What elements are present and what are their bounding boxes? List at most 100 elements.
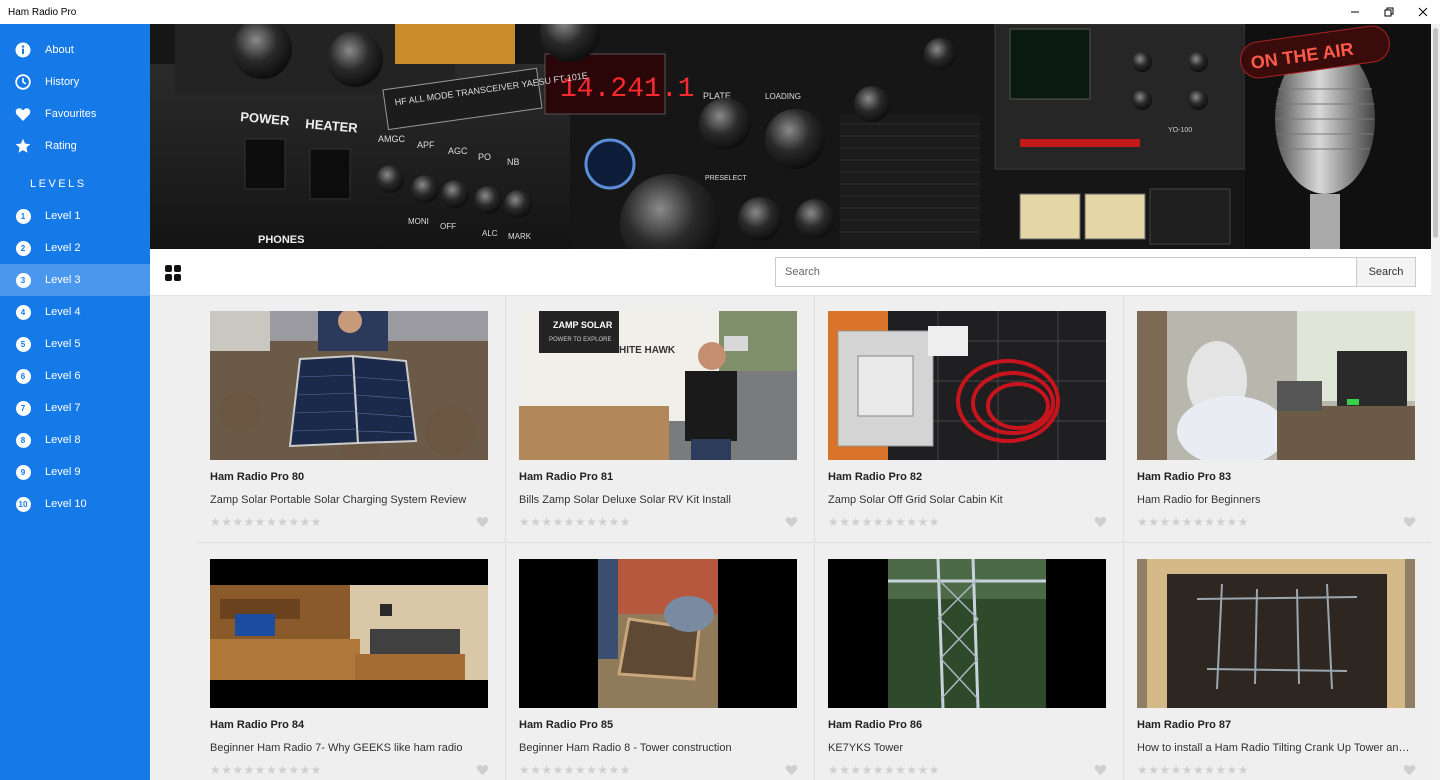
sidebar-item-history[interactable]: History [0,66,150,98]
sidebar-item-level-2[interactable]: 2 Level 2 [0,232,150,264]
banner-label: APF [417,140,435,150]
video-card[interactable]: Ham Radio Pro 86 KE7YKS Tower ★ ★ ★ ★ ★ ★ ★ ★ ★ ★ [815,544,1124,780]
search-input[interactable] [775,257,1357,287]
banner-label: OFF [440,222,456,231]
sidebar-item-level-9[interactable]: 9 Level 9 [0,456,150,488]
favourite-heart-icon[interactable] [476,764,489,776]
restore-icon [1384,7,1394,17]
sidebar-item-label: Level 7 [45,402,81,414]
sidebar-item-label: About [45,44,74,56]
sidebar-item-level-5[interactable]: 5 Level 5 [0,328,150,360]
video-card[interactable]: Ham Radio Pro 80 Zamp Solar Portable Sol… [197,296,506,543]
star-icon [14,137,32,155]
video-title: Ham Radio Pro 84 [210,719,305,731]
sidebar-item-level-1[interactable]: 1 Level 1 [0,200,150,232]
sidebar-item-level-3[interactable]: 3 Level 3 [0,264,150,296]
video-thumbnail[interactable]: ZAMP SOLAR POWER TO EXPLORE HITE HAWK [519,311,797,460]
video-title: Ham Radio Pro 82 [828,471,923,483]
scrollbar-thumb[interactable] [1433,28,1438,238]
sidebar-item-label: History [45,76,80,88]
banner-label: YO-100 [1168,127,1192,134]
video-title: Ham Radio Pro 81 [519,471,614,483]
star-rating[interactable]: ★ ★ ★ ★ ★ ★ ★ ★ ★ ★ [210,763,322,777]
sidebar-item-favourites[interactable]: Favourites [0,98,150,130]
star-rating[interactable]: ★ ★ ★ ★ ★ ★ ★ ★ ★ ★ [1137,763,1249,777]
video-thumbnail[interactable] [210,559,488,708]
star-rating[interactable]: ★ ★ ★ ★ ★ ★ ★ ★ ★ ★ [519,763,631,777]
sidebar-item-label: Level 4 [45,306,81,318]
star-rating[interactable]: ★ ★ ★ ★ ★ ★ ★ ★ ★ ★ [210,515,322,529]
clock-icon [14,73,32,91]
sidebar-item-label: Level 1 [45,210,81,222]
level-number-badge: 1 [15,208,31,224]
banner-label: AGC [448,146,468,156]
sidebar-item-label: Level 2 [45,242,81,254]
sidebar-item-about[interactable]: About [0,34,150,66]
level-number-badge: 2 [15,240,31,256]
search-button[interactable]: Search [1356,257,1416,287]
level-number-badge: 3 [15,272,31,288]
heart-icon [14,105,32,123]
sidebar-item-rating[interactable]: Rating [0,130,150,162]
banner-label: PO [478,152,491,162]
video-thumbnail[interactable] [1137,559,1415,708]
sidebar-item-level-4[interactable]: 4 Level 4 [0,296,150,328]
video-thumbnail[interactable] [828,311,1106,460]
banner-label: ALC [482,229,498,238]
video-title: Ham Radio Pro 85 [519,719,614,731]
video-title: Ham Radio Pro 87 [1137,719,1232,731]
thumbnail-logo-text: POWER TO EXPLORE [549,337,611,343]
video-description: Ham Radio for Beginners [1137,494,1261,506]
video-card[interactable]: Ham Radio Pro 85 Beginner Ham Radio 8 - … [506,544,815,780]
restore-button[interactable] [1372,0,1406,24]
level-number-badge: 10 [15,496,31,512]
video-card[interactable]: Ham Radio Pro 84 Beginner Ham Radio 7- W… [197,544,506,780]
favourite-heart-icon[interactable] [1403,516,1416,528]
sidebar-item-level-6[interactable]: 6 Level 6 [0,360,150,392]
video-description: Zamp Solar Off Grid Solar Cabin Kit [828,494,1003,506]
video-card[interactable]: Ham Radio Pro 82 Zamp Solar Off Grid Sol… [815,296,1124,543]
close-icon [1418,7,1428,17]
levels-heading: LEVELS [30,178,87,190]
video-title: Ham Radio Pro 80 [210,471,305,483]
banner-label: PRESELECT [705,175,747,182]
grid-view-icon[interactable] [165,265,181,281]
sidebar-item-label: Level 6 [45,370,81,382]
star-rating[interactable]: ★ ★ ★ ★ ★ ★ ★ ★ ★ ★ [828,515,940,529]
sidebar: About History Favourites Rating LEVELS 1… [0,24,150,780]
favourite-heart-icon[interactable] [1403,764,1416,776]
video-thumbnail[interactable] [519,559,797,708]
close-button[interactable] [1406,0,1440,24]
favourite-heart-icon[interactable] [785,516,798,528]
video-thumbnail[interactable] [210,311,488,460]
toolbar: Search [150,249,1431,296]
sidebar-item-label: Level 9 [45,466,81,478]
star-rating[interactable]: ★ ★ ★ ★ ★ ★ ★ ★ ★ ★ [1137,515,1249,529]
sidebar-item-label: Level 5 [45,338,81,350]
vertical-scrollbar[interactable] [1431,24,1440,780]
favourite-heart-icon[interactable] [476,516,489,528]
sidebar-item-label: Level 3 [45,274,81,286]
video-card[interactable]: Ham Radio Pro 83 Ham Radio for Beginners… [1124,296,1431,543]
sidebar-item-level-8[interactable]: 8 Level 8 [0,424,150,456]
star-rating[interactable]: ★ ★ ★ ★ ★ ★ ★ ★ ★ ★ [828,763,940,777]
star-rating[interactable]: ★ ★ ★ ★ ★ ★ ★ ★ ★ ★ [519,515,631,529]
minimize-button[interactable] [1338,0,1372,24]
banner-label: MARK [508,232,532,241]
favourite-heart-icon[interactable] [1094,764,1107,776]
favourite-heart-icon[interactable] [1094,516,1107,528]
video-thumbnail[interactable] [1137,311,1415,460]
video-card[interactable]: Ham Radio Pro 87 How to install a Ham Ra… [1124,544,1431,780]
video-description: Beginner Ham Radio 8 - Tower constructio… [519,742,732,754]
sidebar-item-level-7[interactable]: 7 Level 7 [0,392,150,424]
video-description: KE7YKS Tower [828,742,904,754]
video-description: Bills Zamp Solar Deluxe Solar RV Kit Ins… [519,494,731,506]
video-card[interactable]: ZAMP SOLAR POWER TO EXPLORE HITE HAWK Ha… [506,296,815,543]
title-bar: Ham Radio Pro [0,0,1440,24]
video-thumbnail[interactable] [828,559,1106,708]
sidebar-item-level-10[interactable]: 10 Level 10 [0,488,150,520]
info-icon [14,41,32,59]
favourite-heart-icon[interactable] [785,764,798,776]
sidebar-item-label: Rating [45,140,77,152]
banner-label: PHONES [258,234,304,246]
